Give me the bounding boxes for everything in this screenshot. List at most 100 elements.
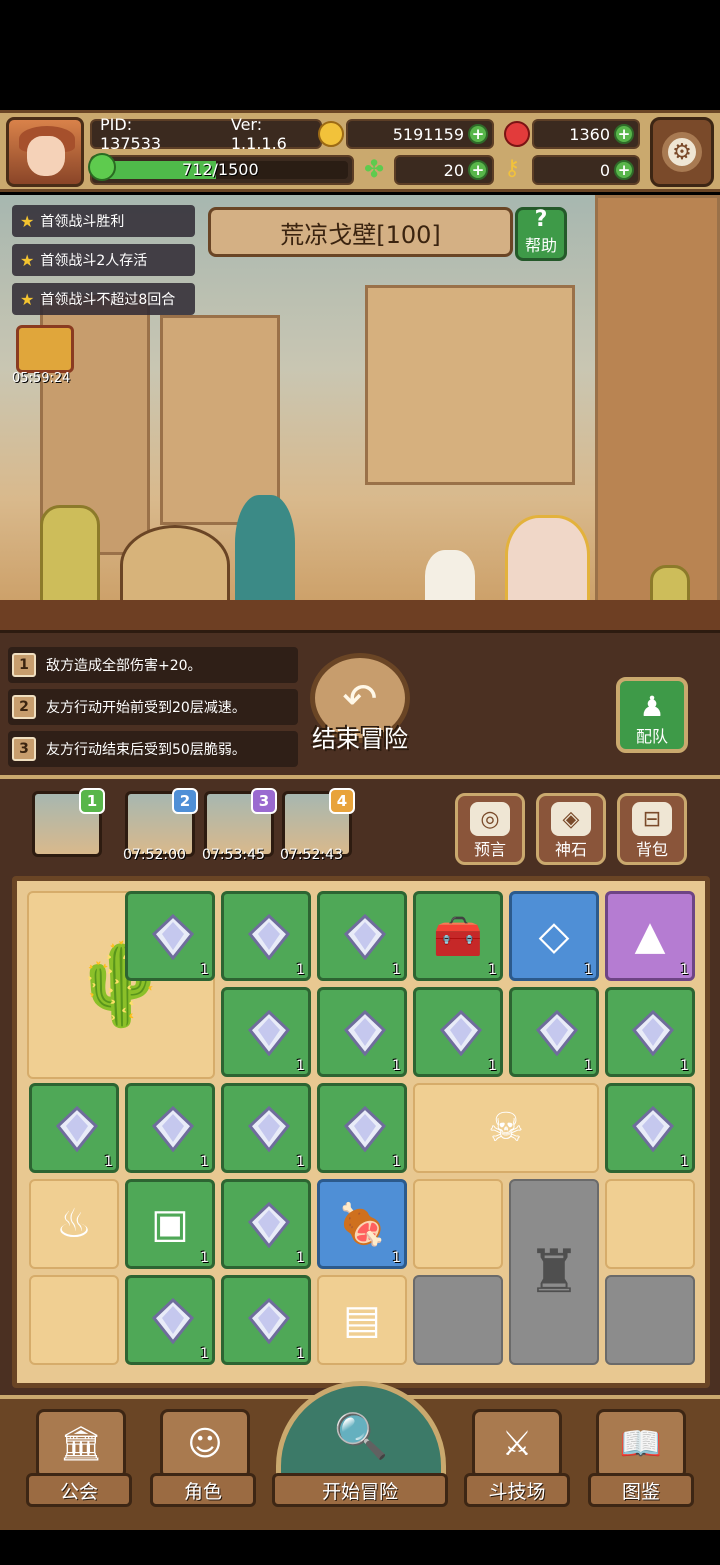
cooking-pot-icon: ♨ — [56, 1201, 92, 1247]
backpack-button[interactable]: ⊟ 背包 — [617, 793, 687, 865]
nav-guild-button[interactable]: 🏛 — [36, 1409, 126, 1479]
gear-icon: ⚙ — [662, 132, 702, 172]
nav-arena-label[interactable]: 斗技场 — [464, 1473, 570, 1507]
gem-box: 1360 + — [532, 119, 640, 149]
chest-tile[interactable]: ▣ 1 — [125, 1179, 215, 1269]
cooking-pot-tile[interactable]: ♨ — [29, 1179, 119, 1269]
key-icon: ⚷ — [504, 156, 521, 181]
nav-codex-button[interactable]: 📖 — [596, 1409, 686, 1479]
stone-floor-tile — [605, 1275, 695, 1365]
crystal-tile[interactable]: 1 — [317, 891, 407, 981]
crystal-tile[interactable]: 1 — [125, 1083, 215, 1173]
quest-item: ★ 首领战斗2人存活 — [12, 244, 195, 276]
help-button[interactable]: ? 帮助 — [515, 207, 567, 261]
add-key-button[interactable]: + — [614, 160, 634, 180]
empty-sand-tile[interactable] — [413, 1179, 503, 1269]
floor-timer: 07:52:43 — [280, 847, 343, 863]
settings-button[interactable]: ⚙ — [650, 117, 714, 187]
add-gem-button[interactable]: + — [614, 124, 634, 144]
crystal-icon — [247, 1010, 291, 1056]
crystal-tile[interactable]: 1 — [317, 1083, 407, 1173]
floor-timer: 07:53:45 — [202, 847, 265, 863]
meat-tile[interactable]: 🍖 1 — [317, 1179, 407, 1269]
crystal-tile[interactable]: 1 — [221, 987, 311, 1077]
gold-box: 5191159 + — [346, 119, 494, 149]
clover-icon: ✤ — [364, 155, 385, 183]
hero-character[interactable] — [235, 495, 295, 615]
clover-amount: 20 — [443, 160, 464, 180]
nav-arena-button[interactable]: ⚔ — [472, 1409, 562, 1479]
floor-slot-1[interactable]: 1 — [32, 788, 105, 857]
chest-timer: 05:59:24 — [12, 371, 71, 386]
crystal-ball-icon: ◎ — [470, 802, 510, 836]
add-gold-button[interactable]: + — [468, 124, 488, 144]
floor-timer: 07:52:00 — [123, 847, 186, 863]
crystal-tile[interactable]: 1 — [221, 1083, 311, 1173]
stone-statue-icon: ♜ — [527, 1237, 581, 1307]
crystal-tile[interactable]: 1 — [413, 987, 503, 1077]
character-icon: ☺ — [187, 1424, 223, 1464]
crystal-tile[interactable]: 1 — [125, 1275, 215, 1365]
star-icon: ★ — [20, 289, 35, 309]
crystal-icon — [343, 914, 387, 960]
skull-bones-icon: ☠ — [488, 1105, 524, 1151]
crystal-tile[interactable]: 1 — [29, 1083, 119, 1173]
floor-badge: 3 — [251, 788, 277, 814]
background-rock — [160, 315, 280, 525]
nav-codex-label[interactable]: 图鉴 — [588, 1473, 694, 1507]
chest-tile[interactable]: 🧰 1 — [413, 891, 503, 981]
exp-bar: 712/1500 — [90, 155, 354, 185]
gold-coin-icon — [318, 121, 344, 147]
nav-start-adventure-label[interactable]: 开始冒险 — [272, 1473, 448, 1507]
red-gem-icon — [504, 121, 530, 147]
floor-badge: 1 — [79, 788, 105, 814]
crystal-icon — [439, 1010, 483, 1056]
star-icon: ★ — [20, 250, 35, 270]
bottom-navigation: 🏛 公会 ☺ 角色 🔍 开始冒险 ⚔ 斗技场 📖 图鉴 — [0, 1381, 720, 1530]
crystal-tile[interactable]: 1 — [605, 987, 695, 1077]
level-leaf-icon — [88, 153, 116, 181]
empty-sand-tile[interactable] — [29, 1275, 119, 1365]
backpack-icon: ⊟ — [632, 802, 672, 836]
crystal-icon — [343, 1106, 387, 1152]
player-avatar[interactable] — [6, 117, 84, 187]
crystal-tile[interactable]: 1 — [125, 891, 215, 981]
add-clover-button[interactable]: + — [468, 160, 488, 180]
crystal-tile[interactable]: 1 — [605, 1083, 695, 1173]
team-setup-button[interactable]: ♟ 配队 — [616, 677, 688, 753]
treasure-chest-tile[interactable]: ▤ — [317, 1275, 407, 1365]
gift-chest-icon[interactable] — [16, 325, 74, 373]
crystal-icon — [151, 1298, 195, 1344]
crystal-icon — [55, 1106, 99, 1152]
rice-dumpling-tile[interactable]: ▲ 1 — [605, 891, 695, 981]
empty-sand-tile[interactable] — [605, 1179, 695, 1269]
crystal-tile[interactable]: 1 — [221, 1275, 311, 1365]
nav-character-label[interactable]: 角色 — [150, 1473, 256, 1507]
nav-character-button[interactable]: ☺ — [160, 1409, 250, 1479]
ice-cube-tile[interactable]: ◇ 1 — [509, 891, 599, 981]
clover-box: 20 + — [394, 155, 494, 185]
stone-floor-tile — [413, 1275, 503, 1365]
gold-amount: 5191159 — [392, 124, 464, 144]
magnifier-map-icon: 🔍 — [333, 1411, 389, 1462]
cactus — [40, 505, 100, 615]
rune-stone-icon: ◈ — [551, 802, 591, 836]
crystal-icon — [631, 1010, 675, 1056]
pid-text: PID: 137533 — [100, 115, 162, 153]
crystal-tile[interactable]: 1 — [509, 987, 599, 1077]
crystal-tile[interactable]: 1 — [317, 987, 407, 1077]
end-adventure-button[interactable]: ↶ 结束冒险 — [305, 653, 415, 763]
crystal-icon — [631, 1106, 675, 1152]
quest-item: ★ 首领战斗不超过8回合 — [12, 283, 195, 315]
team-icon: ♟ — [639, 690, 665, 723]
nav-guild-label[interactable]: 公会 — [26, 1473, 132, 1507]
crystal-tile[interactable]: 1 — [221, 891, 311, 981]
wooden-chest-icon: ▤ — [343, 1297, 381, 1343]
rune-stone-button[interactable]: ◈ 神石 — [536, 793, 606, 865]
crystal-icon — [247, 914, 291, 960]
crystal-icon — [151, 914, 195, 960]
crystal-tile[interactable]: 1 — [221, 1179, 311, 1269]
quest-item: ★ 首领战斗胜利 — [12, 205, 195, 237]
dungeon-grid-panel: 🌵 1 1 1 🧰 1 ◇ 1 ▲ 1 1 1 1 1 1 1 1 1 1 ☠ 1 ♨… — [0, 870, 720, 1420]
prophecy-button[interactable]: ◎ 预言 — [455, 793, 525, 865]
